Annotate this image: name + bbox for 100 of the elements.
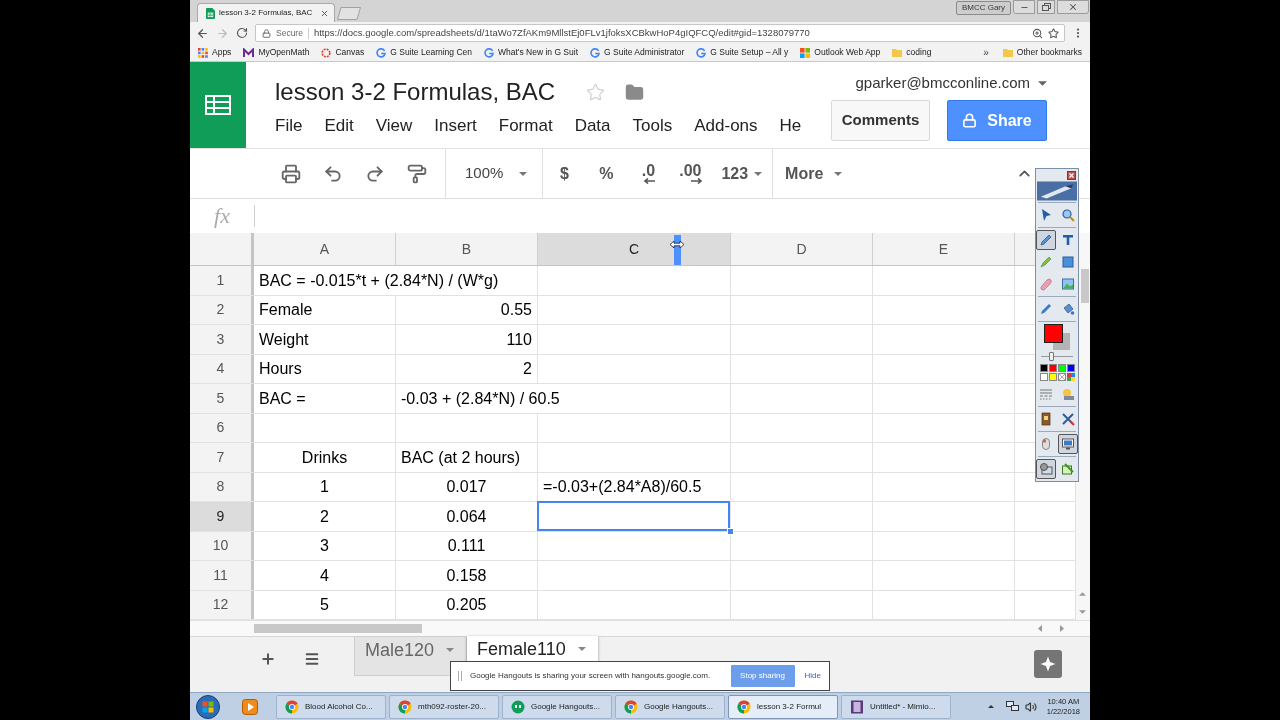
close-icon[interactable] [1068, 2, 1078, 12]
document-title[interactable]: lesson 3-2 Formulas, BAC [275, 74, 556, 110]
network-icon[interactable] [1005, 701, 1019, 712]
row-header[interactable]: 7 [190, 443, 254, 472]
star-icon[interactable] [586, 82, 606, 102]
reload-icon[interactable] [236, 27, 248, 39]
row-header[interactable]: 3 [190, 325, 254, 354]
color-swatch[interactable] [1057, 364, 1066, 372]
start-orb-icon[interactable] [196, 694, 220, 719]
bookmark[interactable]: G Suite Learning Cen [376, 46, 472, 59]
zoom-dropdown[interactable]: 100% [446, 149, 543, 198]
hide-link[interactable]: Hide [804, 670, 821, 682]
print-icon[interactable] [281, 163, 301, 184]
format-button[interactable]: % [585, 149, 628, 198]
address-field[interactable]: Secure https://docs.google.com/spreadsheets/d/1taWo7ZfAKm9MllstEj0FLv1jfoksXCBkwHoP4gIQFCQ/edit#gid=1328079770 [255, 24, 1065, 42]
row-header[interactable]: 8 [190, 472, 254, 501]
menu-item[interactable]: Data [574, 113, 611, 139]
scroll-right-icon[interactable] [1060, 625, 1064, 632]
row-header[interactable]: 5 [190, 384, 254, 413]
other-bookmarks[interactable]: Other bookmarks [1002, 46, 1082, 59]
fill-handle[interactable] [727, 527, 734, 535]
row-header[interactable]: 2 [190, 295, 254, 324]
row-header[interactable]: 6 [190, 413, 254, 442]
column-header[interactable]: C [538, 233, 731, 265]
speaker-icon[interactable] [1024, 700, 1037, 713]
restore-icon[interactable] [1041, 3, 1051, 11]
sheet-tab[interactable]: Male120 [354, 636, 468, 676]
menu-item[interactable]: He [779, 113, 802, 139]
bookmark[interactable]: coding [892, 46, 932, 59]
color-swatch[interactable] [1039, 364, 1048, 372]
no-color-swatch[interactable] [1057, 373, 1066, 381]
explore-icon[interactable] [1034, 650, 1062, 678]
back-icon[interactable] [196, 26, 209, 40]
close-icon[interactable] [1067, 170, 1076, 180]
format-button[interactable]: .00 [669, 149, 712, 198]
bookmark[interactable]: G Suite Administrator [590, 46, 685, 59]
scroll-left-icon[interactable] [1038, 625, 1042, 632]
redo-icon[interactable] [365, 163, 385, 184]
scrollbar-thumb[interactable] [1081, 269, 1089, 303]
grip-icon[interactable] [458, 671, 462, 681]
multi-color-swatch[interactable] [1066, 373, 1075, 381]
format-button[interactable]: .0 [627, 149, 670, 198]
comments-button[interactable]: Comments [831, 100, 930, 141]
color-swatch[interactable] [1039, 373, 1048, 381]
slider-thumb[interactable] [1048, 352, 1054, 361]
browser-tab[interactable]: lesson 3-2 Formulas, BAC [197, 3, 335, 22]
bookmark[interactable]: What's New in G Suit [484, 46, 579, 59]
taskbar-button[interactable]: Untitled* - Mimio... [841, 694, 951, 719]
taskbar-button[interactable]: Google Hangouts... [502, 694, 612, 719]
bookmark[interactable]: Apps [198, 46, 232, 59]
taskbar-button[interactable]: mth092-roster-20... [389, 694, 499, 719]
menu-item[interactable]: Insert [434, 113, 477, 139]
close-icon[interactable] [320, 8, 329, 18]
bookmark[interactable]: Outlook Web App [800, 46, 881, 59]
taskbar-button[interactable]: Blood Alcohol Co... [276, 694, 386, 719]
color-swatch[interactable] [1066, 364, 1075, 372]
profile-button[interactable]: BMCC Gary [955, 1, 1011, 15]
row-header[interactable]: 1 [190, 266, 254, 295]
palette-tool-button[interactable] [1058, 434, 1078, 454]
undo-icon[interactable] [323, 163, 343, 184]
palette-tool-button[interactable] [1036, 230, 1056, 250]
zoom-icon[interactable] [1032, 27, 1043, 39]
account-email[interactable]: gparker@bmcconline.com [855, 71, 1030, 95]
menu-item[interactable]: View [375, 113, 413, 139]
column-header[interactable]: D [731, 233, 873, 265]
menu-item[interactable]: Tools [632, 113, 673, 139]
selected-cell[interactable] [537, 501, 730, 531]
menu-item[interactable]: File [275, 113, 303, 139]
scrollbar-thumb[interactable] [254, 624, 422, 633]
color-swatch[interactable] [1048, 373, 1057, 381]
folder-icon[interactable] [625, 82, 645, 102]
row-header[interactable]: 4 [190, 354, 254, 383]
sheets-logo-icon[interactable] [190, 62, 246, 148]
menu-item[interactable]: Add-ons [694, 113, 758, 139]
thickness-slider[interactable] [1041, 352, 1073, 361]
menu-item[interactable]: Format [498, 113, 553, 139]
taskbar-button[interactable]: lesson 3-2 Formul [728, 694, 838, 719]
color-swatch[interactable] [1048, 364, 1057, 372]
media-player-icon[interactable] [242, 698, 258, 715]
color-well-icon[interactable] [1044, 324, 1070, 350]
menu-item[interactable]: Edit [324, 113, 354, 139]
bookmarks-overflow[interactable]: » [983, 45, 989, 60]
row-header[interactable]: 10 [190, 531, 254, 560]
row-header[interactable]: 12 [190, 590, 254, 619]
paint-format-icon[interactable] [407, 163, 427, 184]
row-header[interactable]: 11 [190, 561, 254, 590]
bookmark[interactable]: MyOpenMath [243, 46, 310, 59]
bookmark-star-icon[interactable] [1048, 27, 1059, 39]
bookmark[interactable]: Canvas [321, 46, 365, 59]
taskbar-button[interactable]: Google Hangouts... [615, 694, 725, 719]
more-button[interactable]: More [773, 149, 853, 198]
format-dropdown[interactable]: 123 [711, 149, 773, 198]
palette-tool-button[interactable] [1036, 459, 1056, 479]
sheet-list-icon[interactable] [304, 651, 320, 667]
bookmark[interactable]: G Suite Setup – All y [696, 46, 789, 59]
add-sheet-icon[interactable] [260, 651, 276, 667]
format-button[interactable]: $ [543, 149, 586, 198]
row-header[interactable]: 9 [190, 502, 254, 531]
column-header[interactable]: A [254, 233, 396, 265]
column-header[interactable]: E [873, 233, 1015, 265]
